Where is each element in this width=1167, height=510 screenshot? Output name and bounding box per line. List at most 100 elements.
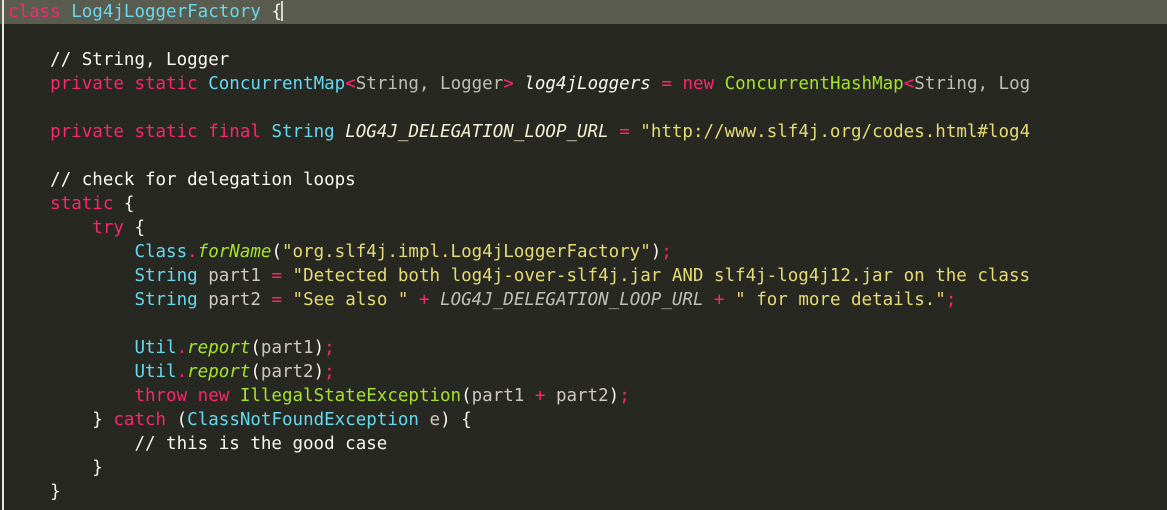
token-function: forName	[198, 242, 272, 262]
code-line[interactable]: try {	[0, 216, 1167, 240]
token-string: "See also "	[293, 290, 409, 310]
token-operator: =	[619, 122, 630, 142]
token-type: String	[271, 122, 334, 142]
token-plain	[545, 386, 556, 406]
token-operator: ;	[324, 362, 335, 382]
token-plain	[229, 386, 240, 406]
token-plain	[8, 50, 50, 70]
token-plain	[282, 290, 293, 310]
token-operator: ;	[324, 338, 335, 358]
code-line[interactable]: Util.report(part1);	[0, 336, 1167, 360]
token-keyword: throw	[134, 386, 187, 406]
code-line[interactable]: static {	[0, 192, 1167, 216]
token-operator: .	[187, 242, 198, 262]
code-line[interactable]: private static ConcurrentMap<String, Log…	[0, 72, 1167, 96]
token-punct: (	[250, 362, 261, 382]
code-line[interactable]: } catch (ClassNotFoundException e) {	[0, 408, 1167, 432]
token-plain	[261, 122, 272, 142]
code-line[interactable]: }	[0, 480, 1167, 504]
token-plain	[198, 122, 209, 142]
token-plain	[8, 410, 92, 430]
code-line[interactable]: class Log4jLoggerFactory {	[0, 0, 1167, 24]
token-operator: >	[503, 74, 514, 94]
token-plain	[8, 242, 134, 262]
token-punct: }	[50, 482, 61, 502]
token-plain	[8, 290, 134, 310]
code-line[interactable]: // String, Logger	[0, 48, 1167, 72]
token-type: String	[134, 266, 197, 286]
token-type: Class	[134, 242, 187, 262]
token-plain	[714, 74, 725, 94]
token-punct: (	[461, 386, 472, 406]
token-punct: }	[92, 410, 103, 430]
token-generic: String, Logger	[356, 74, 504, 94]
token-operator: +	[714, 290, 725, 310]
token-plain	[8, 266, 134, 286]
token-plain	[198, 266, 209, 286]
token-operator: ;	[946, 290, 957, 310]
code-line[interactable]	[0, 24, 1167, 48]
token-type: Util	[134, 362, 176, 382]
token-plain	[8, 434, 134, 454]
token-comment: // check for delegation loops	[50, 170, 356, 190]
code-line[interactable]: }	[0, 456, 1167, 480]
token-generic: String, Log	[914, 74, 1030, 94]
token-plain	[609, 122, 620, 142]
token-plain	[8, 74, 50, 94]
token-plain	[672, 74, 683, 94]
token-plain	[113, 194, 124, 214]
token-comment: // this is the good case	[134, 434, 387, 454]
token-punct: )	[314, 338, 325, 358]
code-line[interactable]: throw new IllegalStateException(part1 + …	[0, 384, 1167, 408]
token-plain	[261, 290, 272, 310]
token-punct: )	[609, 386, 620, 406]
code-line[interactable]	[0, 96, 1167, 120]
code-line[interactable]: // check for delegation loops	[0, 168, 1167, 192]
token-field: log4jLoggers	[524, 74, 650, 94]
token-plain	[8, 194, 50, 214]
token-operator: =	[271, 290, 282, 310]
token-punct: {	[461, 410, 472, 430]
token-plain	[103, 410, 114, 430]
token-plain	[703, 290, 714, 310]
token-operator: =	[661, 74, 672, 94]
code-line[interactable]: Util.report(part2);	[0, 360, 1167, 384]
code-line[interactable]	[0, 312, 1167, 336]
token-keyword: catch	[113, 410, 166, 430]
code-line[interactable]	[0, 144, 1167, 168]
code-editor[interactable]: class Log4jLoggerFactory { // String, Lo…	[0, 0, 1167, 510]
token-plain	[261, 266, 272, 286]
code-line[interactable]: String part1 = "Detected both log4j-over…	[0, 264, 1167, 288]
code-content[interactable]: class Log4jLoggerFactory { // String, Lo…	[0, 0, 1167, 504]
token-plain	[198, 74, 209, 94]
token-type: ClassNotFoundException	[187, 410, 419, 430]
token-plain	[8, 122, 50, 142]
token-variable: part2	[556, 386, 609, 406]
token-keyword: final	[208, 122, 261, 142]
code-line[interactable]: Class.forName("org.slf4j.impl.Log4jLogge…	[0, 240, 1167, 264]
token-plain	[451, 410, 462, 430]
token-keyword: try	[92, 218, 124, 238]
token-plain	[524, 386, 535, 406]
token-plain	[8, 386, 134, 406]
token-string: "http://www.slf4j.org/codes.html#log4	[640, 122, 1030, 142]
token-operator: +	[535, 386, 546, 406]
token-operator: ;	[619, 386, 630, 406]
token-keyword: private	[50, 122, 124, 142]
token-plain	[408, 290, 419, 310]
token-plain	[124, 74, 135, 94]
code-line[interactable]: private static final String LOG4J_DELEGA…	[0, 120, 1167, 144]
token-class_name: ConcurrentHashMap	[725, 74, 904, 94]
token-punct: (	[177, 410, 188, 430]
token-plain	[8, 482, 50, 502]
token-keyword: static	[50, 194, 113, 214]
code-line[interactable]: String part2 = "See also " + LOG4J_DELEG…	[0, 288, 1167, 312]
token-operator: <	[345, 74, 356, 94]
token-plain	[430, 290, 441, 310]
token-punct: }	[92, 458, 103, 478]
token-plain	[187, 386, 198, 406]
token-plain	[8, 170, 50, 190]
token-punct: )	[440, 410, 451, 430]
code-line[interactable]: // this is the good case	[0, 432, 1167, 456]
token-class_name: IllegalStateException	[240, 386, 461, 406]
